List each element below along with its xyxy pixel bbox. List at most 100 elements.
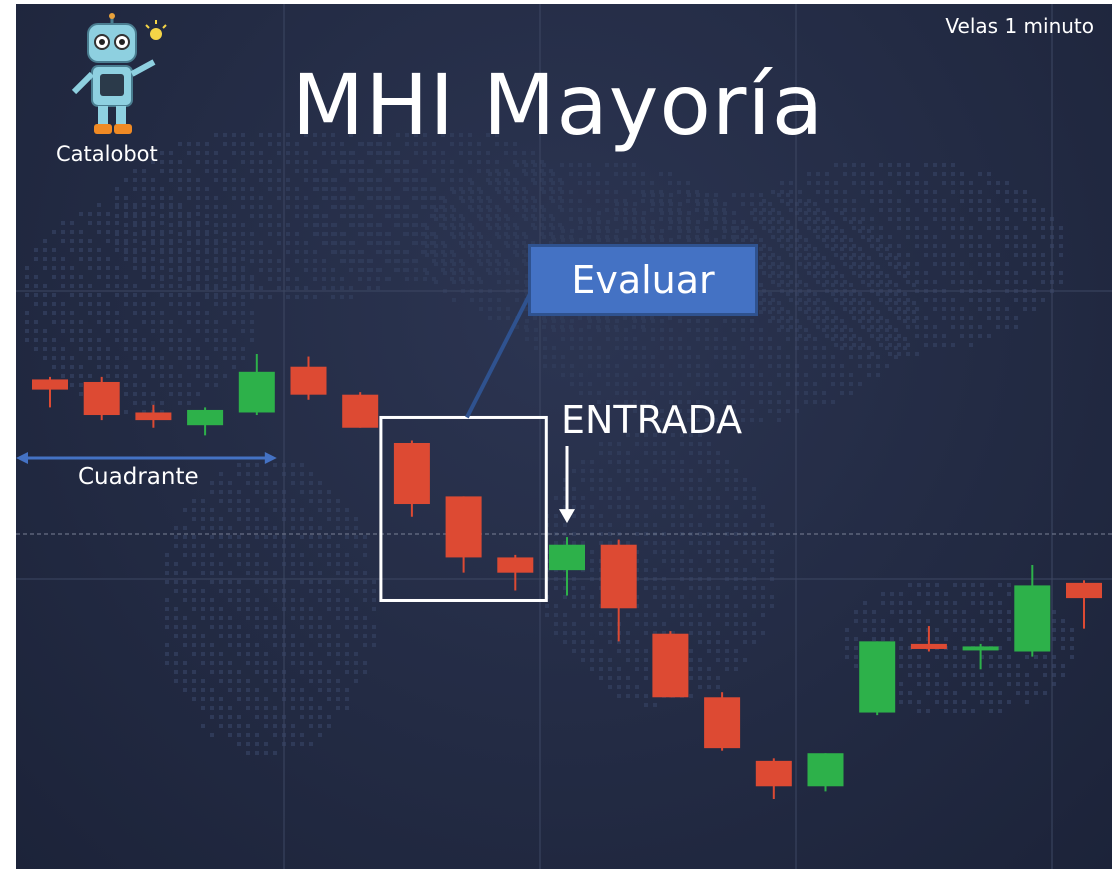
map-dot [732, 373, 736, 377]
map-dot [924, 163, 928, 167]
map-dot [669, 373, 673, 377]
map-dot [626, 631, 630, 635]
map-dot [843, 298, 847, 302]
map-dot [160, 203, 164, 207]
map-dot [25, 320, 29, 324]
map-dot [178, 257, 182, 261]
map-dot [996, 307, 1000, 311]
map-dot [906, 208, 910, 212]
map-dot [309, 589, 313, 593]
map-dot [998, 700, 1002, 704]
map-dot [807, 226, 811, 230]
map-dot [725, 550, 729, 554]
map-dot [340, 277, 344, 281]
map-dot [897, 262, 901, 266]
map-dot [336, 679, 340, 683]
map-dot [174, 544, 178, 548]
map-dot [617, 460, 621, 464]
map-dot [259, 250, 263, 254]
map-dot [579, 382, 583, 386]
map-dot [542, 163, 546, 167]
map-dot [313, 295, 317, 299]
map-dot [246, 508, 250, 512]
map-dot [935, 592, 939, 596]
map-dot [97, 203, 101, 207]
map-dot [834, 316, 838, 320]
map-dot [333, 196, 337, 200]
map-dot [635, 460, 639, 464]
map-dot [115, 329, 119, 333]
map-dot [106, 284, 110, 288]
map-dot [822, 391, 826, 395]
map-dot [327, 508, 331, 512]
map-dot [852, 181, 856, 185]
map-dot [687, 346, 691, 350]
map-dot [624, 373, 628, 377]
map-dot [1007, 700, 1011, 704]
map-dot [354, 616, 358, 620]
map-dot [1041, 235, 1045, 239]
map-dot [43, 347, 47, 351]
map-dot [237, 517, 241, 521]
map-dot [888, 325, 892, 329]
map-dot [342, 250, 346, 254]
map-dot [246, 634, 250, 638]
map-dot [237, 472, 241, 476]
map-dot [241, 187, 245, 191]
map-dot [358, 277, 362, 281]
map-dot [596, 199, 600, 203]
map-dot [1023, 253, 1027, 257]
map-dot [291, 661, 295, 665]
map-dot [246, 688, 250, 692]
map-dot [942, 298, 946, 302]
map-dot [273, 589, 277, 593]
map-dot [52, 311, 56, 315]
map-dot [969, 226, 973, 230]
map-dot [870, 316, 874, 320]
map-dot [752, 550, 756, 554]
map-dot [342, 196, 346, 200]
map-dot [414, 187, 418, 191]
map-dot [885, 364, 889, 368]
map-dot [345, 625, 349, 629]
map-dot [318, 535, 322, 539]
map-dot [771, 271, 775, 275]
map-dot [336, 553, 340, 557]
map-dot [273, 751, 277, 755]
map-dot [268, 214, 272, 218]
map-dot [615, 328, 619, 332]
map-dot [807, 298, 811, 302]
map-dot [1059, 235, 1063, 239]
map-dot [187, 241, 191, 245]
map-dot [599, 667, 603, 671]
map-dot [327, 517, 331, 521]
map-dot [861, 208, 865, 212]
map-dot [662, 595, 666, 599]
map-dot [210, 607, 214, 611]
map-dot [1061, 646, 1065, 650]
map-dot [644, 541, 648, 545]
map-dot [452, 226, 456, 230]
map-dot [378, 178, 382, 182]
map-dot [378, 232, 382, 236]
map-dot [870, 199, 874, 203]
map-dot [196, 257, 200, 261]
map-dot [160, 266, 164, 270]
map-dot [228, 481, 232, 485]
map-dot [944, 619, 948, 623]
map-dot [295, 169, 299, 173]
map-dot [614, 163, 618, 167]
map-dot [852, 217, 856, 221]
map-dot [614, 190, 618, 194]
map-dot [843, 262, 847, 266]
map-dot [378, 268, 382, 272]
map-dot [651, 382, 655, 386]
map-dot [434, 217, 438, 221]
map-dot [515, 190, 519, 194]
map-dot [369, 241, 373, 245]
map-dot [124, 320, 128, 324]
map-dot [626, 685, 630, 689]
map-dot [336, 562, 340, 566]
map-dot [387, 196, 391, 200]
map-dot [807, 244, 811, 248]
